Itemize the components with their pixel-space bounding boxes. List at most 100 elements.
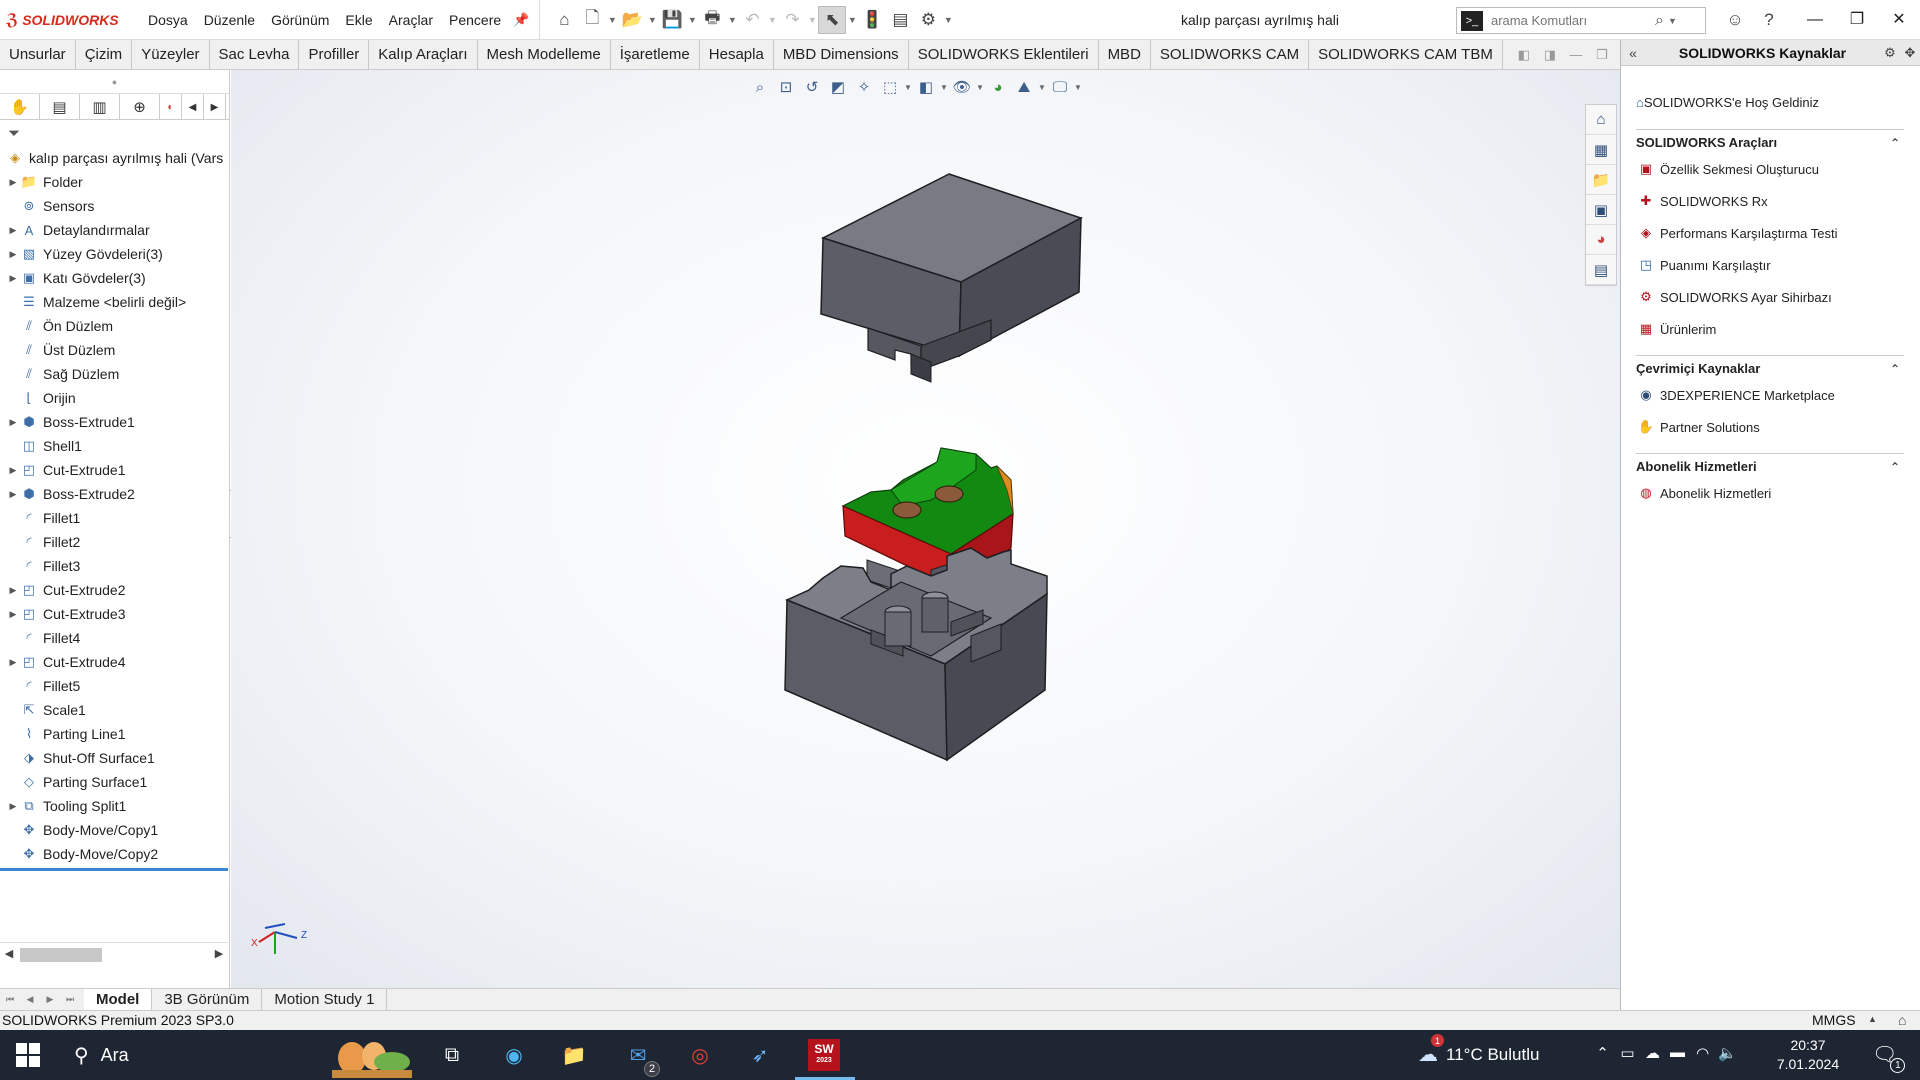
command-search[interactable]: >_ ⌕ ▼ xyxy=(1456,7,1706,34)
tree-item[interactable]: ◜ Fillet2 xyxy=(0,530,229,554)
tree-item[interactable]: ▶ ◰ Cut-Extrude4 xyxy=(0,650,229,674)
core-block-bottom[interactable] xyxy=(784,547,1048,762)
expand-chevron-icon[interactable]: ▶ xyxy=(6,465,20,476)
expand-chevron-icon[interactable]: ▶ xyxy=(6,801,20,812)
tile-left-icon[interactable]: ◧ xyxy=(1511,47,1537,63)
expand-chevron-icon[interactable]: ▶ xyxy=(6,585,20,596)
resource-link[interactable]: ✚ SOLIDWORKS Rx xyxy=(1636,185,1904,217)
tree-item[interactable]: ◜ Fillet5 xyxy=(0,674,229,698)
edge-browser-icon[interactable]: ◉ xyxy=(498,1039,530,1071)
battery-icon[interactable]: ▬ xyxy=(1665,1044,1690,1062)
undo-dropdown-icon[interactable]: ▼ xyxy=(766,15,778,25)
tile-right-icon[interactable]: ◨ xyxy=(1537,47,1563,63)
tree-item[interactable]: ▶ ⧉ Tooling Split1 xyxy=(0,794,229,818)
model-view[interactable] xyxy=(231,70,1620,988)
tree-item[interactable]: ▶ ◰ Cut-Extrude3 xyxy=(0,602,229,626)
search-dropdown-icon[interactable]: ▼ xyxy=(1668,16,1677,26)
restore-button[interactable]: ❐ xyxy=(1836,0,1878,40)
resource-link[interactable]: ⚙ SOLIDWORKS Ayar Sihirbazı xyxy=(1636,281,1904,313)
tab-mbd[interactable]: MBD xyxy=(1099,39,1151,70)
sw-resources-tab-icon[interactable]: ⌂ xyxy=(1586,105,1616,135)
graphics-area[interactable]: ⌕ ⊡ ↺ ◩ ✧ ⬚ ▼ ◧ ▼ 👁 ▼ ◕ ⛰ ▼ 🖵 ▼ X Z ⌂ ▦ … xyxy=(231,70,1620,988)
tab-yuzeyler[interactable]: Yüzeyler xyxy=(132,39,210,70)
tab-scroll-right-icon[interactable]: ▶ xyxy=(204,94,226,120)
home-icon[interactable]: ⌂ xyxy=(550,6,578,34)
tree-item[interactable]: ⊚ Sensors xyxy=(0,194,229,218)
collapse-pane-icon[interactable]: « xyxy=(1621,45,1645,61)
tree-item[interactable]: ▶ ▧ Yüzey Gövdeleri(3) xyxy=(0,242,229,266)
menu-duzenle[interactable]: Düzenle xyxy=(196,12,263,28)
first-tab-icon[interactable]: ⏮ xyxy=(0,994,20,1005)
chrome-browser-icon[interactable]: ◎ xyxy=(684,1039,716,1071)
menu-dosya[interactable]: Dosya xyxy=(140,12,196,28)
tab-isaretleme[interactable]: İşaretleme xyxy=(611,39,700,70)
redo-dropdown-icon[interactable]: ▼ xyxy=(806,15,818,25)
view-palette-tab-icon[interactable]: ▣ xyxy=(1586,195,1616,225)
configuration-manager-tab-icon[interactable]: ▥ xyxy=(80,94,120,120)
tree-item[interactable]: ✥ Body-Move/Copy2 xyxy=(0,842,229,866)
expand-chevron-icon[interactable]: ▶ xyxy=(6,273,20,284)
menu-gorunum[interactable]: Görünüm xyxy=(263,12,337,28)
print-icon[interactable]: 🖶 xyxy=(698,6,726,34)
volume-icon[interactable]: 🔈 xyxy=(1715,1044,1740,1062)
tab-motion-study-1[interactable]: Motion Study 1 xyxy=(262,988,388,1011)
tree-item[interactable]: ✥ Body-Move/Copy1 xyxy=(0,818,229,842)
resource-link[interactable]: ◳ Puanımı Karşılaştır xyxy=(1636,249,1904,281)
tree-item[interactable]: ◫ Shell1 xyxy=(0,434,229,458)
file-explorer-tab-icon[interactable]: 📁 xyxy=(1586,165,1616,195)
tab-3b-gorunum[interactable]: 3B Görünüm xyxy=(152,988,263,1011)
windows-start-icon[interactable] xyxy=(16,1043,40,1067)
tab-solidworks-eklentileri[interactable]: SOLIDWORKS Eklentileri xyxy=(909,39,1099,70)
last-tab-icon[interactable]: ⏭ xyxy=(60,994,80,1005)
units-dropdown-icon[interactable]: ▲ xyxy=(1868,1014,1877,1024)
tree-item[interactable]: ▶ ◰ Cut-Extrude1 xyxy=(0,458,229,482)
prev-tab-icon[interactable]: ◀ xyxy=(20,994,40,1005)
tab-sac-levha[interactable]: Sac Levha xyxy=(210,39,300,70)
units-selector[interactable]: MMGS xyxy=(1812,1012,1856,1028)
save-dropdown-icon[interactable]: ▼ xyxy=(686,15,698,25)
expand-chevron-icon[interactable]: ▶ xyxy=(6,249,20,260)
menu-ekle[interactable]: Ekle xyxy=(337,12,380,28)
tab-profiller[interactable]: Profiller xyxy=(299,39,370,70)
tab-cizim[interactable]: Çizim xyxy=(76,39,133,70)
save-icon[interactable]: 💾 xyxy=(658,6,686,34)
cavity-block-top[interactable] xyxy=(820,173,1083,383)
tree-item[interactable]: ◜ Fillet1 xyxy=(0,506,229,530)
welcome-link[interactable]: ⌂ SOLIDWORKS'e Hoş Geldiniz xyxy=(1636,85,1904,119)
resource-link[interactable]: ◍ Abonelik Hizmetleri xyxy=(1636,477,1904,509)
tree-item[interactable]: ◇ Parting Surface1 xyxy=(0,770,229,794)
tree-item[interactable]: ⫽ Sağ Düzlem xyxy=(0,362,229,386)
property-manager-tab-icon[interactable]: ▤ xyxy=(40,94,80,120)
tree-rollback-bar[interactable] xyxy=(0,868,228,871)
tab-solidworks-cam-tbm[interactable]: SOLIDWORKS CAM TBM xyxy=(1309,39,1503,70)
tree-item[interactable]: ▶ A Detaylandırmalar xyxy=(0,218,229,242)
undo-icon[interactable]: ↶ xyxy=(738,6,766,34)
feature-manager-tab-icon[interactable]: ✋ xyxy=(0,94,40,120)
status-tag-icon[interactable]: ⌂ xyxy=(1898,1012,1906,1028)
tree-item[interactable]: ⬗ Shut-Off Surface1 xyxy=(0,746,229,770)
open-dropdown-icon[interactable]: ▼ xyxy=(646,15,658,25)
tree-root-part[interactable]: ◈ kalıp parçası ayrılmış hali (Vars xyxy=(0,146,229,170)
menu-araclar[interactable]: Araçlar xyxy=(381,12,441,28)
tree-item[interactable]: ⫽ Ön Düzlem xyxy=(0,314,229,338)
section-header[interactable]: Çevrimiçi Kaynaklar ⌃ xyxy=(1636,355,1904,379)
tree-item[interactable]: ◜ Fillet3 xyxy=(0,554,229,578)
rebuild-traffic-light-icon[interactable]: 🚦 xyxy=(858,6,886,34)
tree-item[interactable]: ▶ ⬢ Boss-Extrude2 xyxy=(0,482,229,506)
help-icon[interactable]: ? xyxy=(1752,10,1786,30)
panel-splitter-grip[interactable]: ● xyxy=(0,70,229,94)
tree-item[interactable]: ⌊ Orijin xyxy=(0,386,229,410)
new-dropdown-icon[interactable]: ▼ xyxy=(606,15,618,25)
tree-item[interactable]: ⇱ Scale1 xyxy=(0,698,229,722)
file-explorer-icon[interactable]: 📁 xyxy=(558,1039,590,1071)
select-dropdown-icon[interactable]: ▼ xyxy=(846,15,858,25)
dimxpert-tab-icon[interactable]: ⊕ xyxy=(120,94,160,120)
design-library-tab-icon[interactable]: ▦ xyxy=(1586,135,1616,165)
menu-pencere[interactable]: Pencere xyxy=(441,12,509,28)
scroll-left-icon[interactable]: ◀ xyxy=(0,947,18,960)
minimize-button[interactable]: — xyxy=(1794,0,1836,40)
onedrive-cloud-icon[interactable]: ☁ xyxy=(1640,1044,1665,1062)
open-folder-icon[interactable]: 📂 xyxy=(618,6,646,34)
search-input[interactable] xyxy=(1491,13,1651,28)
tab-mesh-modelleme[interactable]: Mesh Modelleme xyxy=(478,39,611,70)
